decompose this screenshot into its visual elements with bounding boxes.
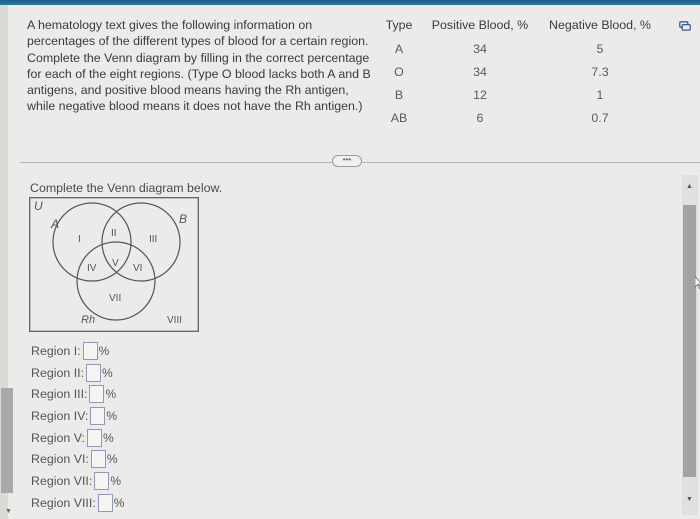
right-scrollbar-thumb[interactable] [683, 205, 696, 477]
region-4-input[interactable] [90, 406, 106, 425]
scroll-up-arrow[interactable]: ▲ [686, 183, 693, 190]
region-6-label: Region VI: [31, 452, 89, 467]
cell-type: AB [390, 110, 408, 125]
region-2-input[interactable] [86, 363, 102, 382]
cell-negative: 0.7 [591, 110, 609, 125]
region-row-4: Region IV: % [31, 405, 124, 427]
universe-label: U [34, 199, 43, 213]
region-row-7: Region VII: % [31, 470, 124, 492]
table-row: O 34 7.3 [379, 60, 659, 83]
region-label-7: VII [109, 293, 121, 304]
cell-negative: 7.3 [591, 64, 609, 79]
cell-negative: 5 [596, 41, 604, 56]
region-8-input[interactable] [97, 493, 113, 512]
region-row-1: Region I: % [31, 340, 124, 362]
set-rh-label: Rh [81, 314, 95, 326]
region-label-4: IV [87, 263, 97, 274]
cell-positive: 12 [473, 87, 487, 102]
cell-type: A [394, 41, 404, 56]
instruction-text: Complete the Venn diagram below. [30, 181, 223, 195]
region-4-label: Region IV: [31, 408, 89, 423]
cell-negative: 1 [596, 87, 604, 102]
region-row-3: Region III: % [31, 383, 124, 405]
table-row: AB 6 0.7 [379, 106, 659, 129]
expand-more-button[interactable]: ••• [332, 155, 362, 167]
region-7-input[interactable] [94, 471, 110, 490]
table-row: B 12 1 [379, 83, 659, 106]
set-a-label: A [50, 217, 59, 231]
header-positive: Positive Blood, % [431, 17, 529, 32]
header-type: Type [385, 17, 413, 32]
left-scroll-down-arrow[interactable]: ▼ [5, 508, 12, 515]
region-3-unit: % [105, 387, 117, 402]
region-row-2: Region II: % [31, 362, 124, 384]
left-scrollbar-thumb[interactable] [1, 388, 13, 493]
region-label-3: III [149, 234, 157, 245]
region-6-unit: % [106, 452, 118, 467]
scroll-down-arrow[interactable]: ▼ [686, 496, 693, 503]
region-5-input[interactable] [86, 428, 102, 447]
cell-type: O [394, 64, 404, 79]
cell-positive: 6 [476, 110, 484, 125]
mouse-cursor-icon [695, 276, 700, 290]
region-2-unit: % [102, 365, 113, 380]
table-header-row: Type Positive Blood, % Negative Blood, % [379, 17, 659, 37]
region-label-8: VIII [167, 315, 182, 326]
region-label-6: VI [133, 263, 142, 274]
region-6-input[interactable] [90, 450, 106, 469]
region-5-label: Region V: [31, 430, 85, 445]
set-b-label: B [179, 212, 187, 226]
header-negative: Negative Blood, % [549, 17, 651, 32]
region-7-unit: % [110, 473, 121, 488]
blood-type-table: Type Positive Blood, % Negative Blood, %… [379, 17, 659, 129]
copy-table-icon[interactable] [679, 21, 691, 31]
region-4-unit: % [106, 408, 118, 423]
region-1-label: Region I: [31, 343, 81, 358]
question-text: A hematology text gives the following in… [27, 18, 371, 114]
region-2-label: Region II: [31, 365, 85, 380]
region-1-input[interactable] [82, 341, 98, 360]
cell-positive: 34 [473, 41, 487, 56]
cell-type: B [394, 87, 404, 102]
cell-positive: 34 [473, 64, 487, 79]
region-3-label: Region III: [31, 387, 88, 402]
table-row: A 34 5 [379, 37, 659, 60]
region-3-input[interactable] [89, 385, 105, 404]
region-label-1: I [78, 234, 81, 245]
region-inputs: Region I: % Region II: % Region III: % R… [31, 340, 124, 514]
region-row-5: Region V: % [31, 427, 124, 449]
region-1-unit: % [98, 343, 110, 358]
region-8-unit: % [113, 495, 125, 510]
venn-diagram: U A B Rh I II III IV V VI VII VIII [29, 197, 199, 332]
region-row-6: Region VI: % [31, 448, 124, 470]
region-8-label: Region VIII: [31, 495, 96, 510]
region-7-label: Region VII: [31, 473, 93, 488]
region-row-8: Region VIII: % [31, 492, 124, 514]
region-label-2: II [111, 228, 117, 239]
region-5-unit: % [102, 430, 114, 445]
region-label-5: V [112, 258, 119, 269]
